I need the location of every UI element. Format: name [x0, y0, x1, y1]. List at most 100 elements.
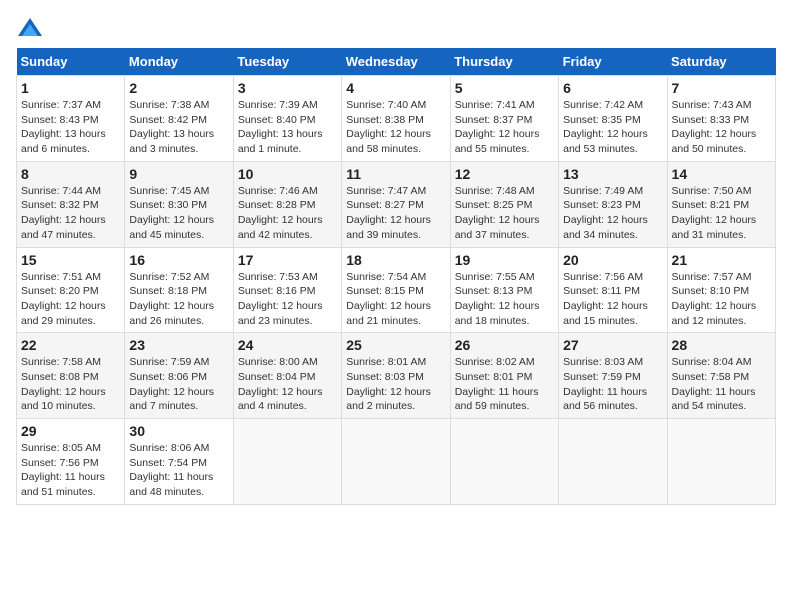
day-cell-14: 14 Sunrise: 7:50 AMSunset: 8:21 PMDayligh… — [667, 161, 775, 247]
day-cell-21: 21 Sunrise: 7:57 AMSunset: 8:10 PMDayligh… — [667, 247, 775, 333]
day-cell-1: 1 Sunrise: 7:37 AMSunset: 8:43 PMDaylight… — [17, 76, 125, 162]
day-detail: Sunrise: 7:57 AMSunset: 8:10 PMDaylight:… — [672, 270, 771, 329]
day-cell-25: 25 Sunrise: 8:01 AMSunset: 8:03 PMDayligh… — [342, 333, 450, 419]
day-cell-10: 10 Sunrise: 7:46 AMSunset: 8:28 PMDayligh… — [233, 161, 341, 247]
day-cell-19: 19 Sunrise: 7:55 AMSunset: 8:13 PMDayligh… — [450, 247, 558, 333]
day-cell-18: 18Sunrise: 7:54 AMSunset: 8:15 PMDayligh… — [342, 247, 450, 333]
day-number: 12 — [455, 166, 554, 182]
day-cell-20: 20 Sunrise: 7:56 AMSunset: 8:11 PMDayligh… — [559, 247, 667, 333]
day-number: 23 — [129, 337, 228, 353]
day-number: 24 — [238, 337, 337, 353]
day-detail: Sunrise: 7:45 AMSunset: 8:30 PMDaylight:… — [129, 184, 228, 243]
day-number: 5 — [455, 80, 554, 96]
day-detail: Sunrise: 7:39 AMSunset: 8:40 PMDaylight:… — [238, 98, 337, 157]
day-detail: Sunrise: 7:46 AMSunset: 8:28 PMDaylight:… — [238, 184, 337, 243]
day-number: 25 — [346, 337, 445, 353]
day-number: 4 — [346, 80, 445, 96]
day-cell-23: 23 Sunrise: 7:59 AMSunset: 8:06 PMDayligh… — [125, 333, 233, 419]
day-detail: Sunrise: 7:38 AMSunset: 8:42 PMDaylight:… — [129, 98, 228, 157]
day-detail: Sunrise: 7:56 AMSunset: 8:11 PMDaylight:… — [563, 270, 662, 329]
week-row-1: 1 Sunrise: 7:37 AMSunset: 8:43 PMDaylight… — [17, 76, 776, 162]
day-cell-5: 5 Sunrise: 7:41 AMSunset: 8:37 PMDaylight… — [450, 76, 558, 162]
day-detail: Sunrise: 7:47 AMSunset: 8:27 PMDaylight:… — [346, 184, 445, 243]
day-cell-26: 26 Sunrise: 8:02 AMSunset: 8:01 PMDayligh… — [450, 333, 558, 419]
day-detail: Sunrise: 7:43 AMSunset: 8:33 PMDaylight:… — [672, 98, 771, 157]
day-cell-3: 3 Sunrise: 7:39 AMSunset: 8:40 PMDaylight… — [233, 76, 341, 162]
col-header-thursday: Thursday — [450, 48, 558, 76]
day-number: 1 — [21, 80, 120, 96]
empty-cell — [450, 419, 558, 505]
col-header-monday: Monday — [125, 48, 233, 76]
day-cell-8: 8 Sunrise: 7:44 AMSunset: 8:32 PMDaylight… — [17, 161, 125, 247]
day-detail: Sunrise: 7:53 AMSunset: 8:16 PMDaylight:… — [238, 270, 337, 329]
day-number: 2 — [129, 80, 228, 96]
day-detail: Sunrise: 8:05 AMSunset: 7:56 PMDaylight:… — [21, 441, 120, 500]
day-detail: Sunrise: 7:59 AMSunset: 8:06 PMDaylight:… — [129, 355, 228, 414]
day-detail: Sunrise: 7:50 AMSunset: 8:21 PMDaylight:… — [672, 184, 771, 243]
day-detail: Sunrise: 7:52 AMSunset: 8:18 PMDaylight:… — [129, 270, 228, 329]
day-number: 10 — [238, 166, 337, 182]
day-detail: Sunrise: 7:51 AMSunset: 8:20 PMDaylight:… — [21, 270, 120, 329]
day-detail: Sunrise: 8:00 AMSunset: 8:04 PMDaylight:… — [238, 355, 337, 414]
day-detail: Sunrise: 8:03 AMSunset: 7:59 PMDaylight:… — [563, 355, 662, 414]
day-detail: Sunrise: 7:54 AMSunset: 8:15 PMDaylight:… — [346, 270, 445, 329]
day-number: 26 — [455, 337, 554, 353]
day-cell-11: 11 Sunrise: 7:47 AMSunset: 8:27 PMDayligh… — [342, 161, 450, 247]
day-number: 3 — [238, 80, 337, 96]
day-detail: Sunrise: 7:37 AMSunset: 8:43 PMDaylight:… — [21, 98, 120, 157]
day-number: 16 — [129, 252, 228, 268]
day-detail: Sunrise: 8:01 AMSunset: 8:03 PMDaylight:… — [346, 355, 445, 414]
day-number: 19 — [455, 252, 554, 268]
day-cell-27: 27Sunrise: 8:03 AMSunset: 7:59 PMDayligh… — [559, 333, 667, 419]
day-detail: Sunrise: 7:58 AMSunset: 8:08 PMDaylight:… — [21, 355, 120, 414]
col-header-wednesday: Wednesday — [342, 48, 450, 76]
day-detail: Sunrise: 7:40 AMSunset: 8:38 PMDaylight:… — [346, 98, 445, 157]
day-cell-12: 12Sunrise: 7:48 AMSunset: 8:25 PMDayligh… — [450, 161, 558, 247]
day-detail: Sunrise: 7:49 AMSunset: 8:23 PMDaylight:… — [563, 184, 662, 243]
empty-cell — [233, 419, 341, 505]
day-number: 9 — [129, 166, 228, 182]
day-cell-7: 7 Sunrise: 7:43 AMSunset: 8:33 PMDaylight… — [667, 76, 775, 162]
empty-cell — [667, 419, 775, 505]
day-cell-30: 30Sunrise: 8:06 AMSunset: 7:54 PMDayligh… — [125, 419, 233, 505]
week-row-3: 15 Sunrise: 7:51 AMSunset: 8:20 PMDayligh… — [17, 247, 776, 333]
day-number: 7 — [672, 80, 771, 96]
header-row: SundayMondayTuesdayWednesdayThursdayFrid… — [17, 48, 776, 76]
day-number: 6 — [563, 80, 662, 96]
day-detail: Sunrise: 7:41 AMSunset: 8:37 PMDaylight:… — [455, 98, 554, 157]
day-cell-29: 29 Sunrise: 8:05 AMSunset: 7:56 PMDayligh… — [17, 419, 125, 505]
col-header-tuesday: Tuesday — [233, 48, 341, 76]
day-detail: Sunrise: 7:44 AMSunset: 8:32 PMDaylight:… — [21, 184, 120, 243]
week-row-5: 29 Sunrise: 8:05 AMSunset: 7:56 PMDayligh… — [17, 419, 776, 505]
day-detail: Sunrise: 8:02 AMSunset: 8:01 PMDaylight:… — [455, 355, 554, 414]
day-number: 11 — [346, 166, 445, 182]
day-number: 30 — [129, 423, 228, 439]
day-number: 13 — [563, 166, 662, 182]
day-number: 15 — [21, 252, 120, 268]
day-detail: Sunrise: 7:55 AMSunset: 8:13 PMDaylight:… — [455, 270, 554, 329]
day-number: 14 — [672, 166, 771, 182]
day-number: 8 — [21, 166, 120, 182]
day-cell-4: 4 Sunrise: 7:40 AMSunset: 8:38 PMDaylight… — [342, 76, 450, 162]
empty-cell — [342, 419, 450, 505]
day-cell-28: 28 Sunrise: 8:04 AMSunset: 7:58 PMDayligh… — [667, 333, 775, 419]
calendar-table: SundayMondayTuesdayWednesdayThursdayFrid… — [16, 48, 776, 505]
day-number: 28 — [672, 337, 771, 353]
day-cell-17: 17 Sunrise: 7:53 AMSunset: 8:16 PMDayligh… — [233, 247, 341, 333]
header — [16, 16, 776, 40]
day-cell-9: 9 Sunrise: 7:45 AMSunset: 8:30 PMDaylight… — [125, 161, 233, 247]
week-row-2: 8 Sunrise: 7:44 AMSunset: 8:32 PMDaylight… — [17, 161, 776, 247]
day-number: 29 — [21, 423, 120, 439]
day-cell-15: 15 Sunrise: 7:51 AMSunset: 8:20 PMDayligh… — [17, 247, 125, 333]
day-number: 17 — [238, 252, 337, 268]
col-header-saturday: Saturday — [667, 48, 775, 76]
day-number: 22 — [21, 337, 120, 353]
day-cell-16: 16 Sunrise: 7:52 AMSunset: 8:18 PMDayligh… — [125, 247, 233, 333]
logo — [16, 16, 48, 40]
day-detail: Sunrise: 8:04 AMSunset: 7:58 PMDaylight:… — [672, 355, 771, 414]
day-number: 20 — [563, 252, 662, 268]
empty-cell — [559, 419, 667, 505]
day-number: 21 — [672, 252, 771, 268]
day-cell-6: 6Sunrise: 7:42 AMSunset: 8:35 PMDaylight… — [559, 76, 667, 162]
day-cell-24: 24 Sunrise: 8:00 AMSunset: 8:04 PMDayligh… — [233, 333, 341, 419]
